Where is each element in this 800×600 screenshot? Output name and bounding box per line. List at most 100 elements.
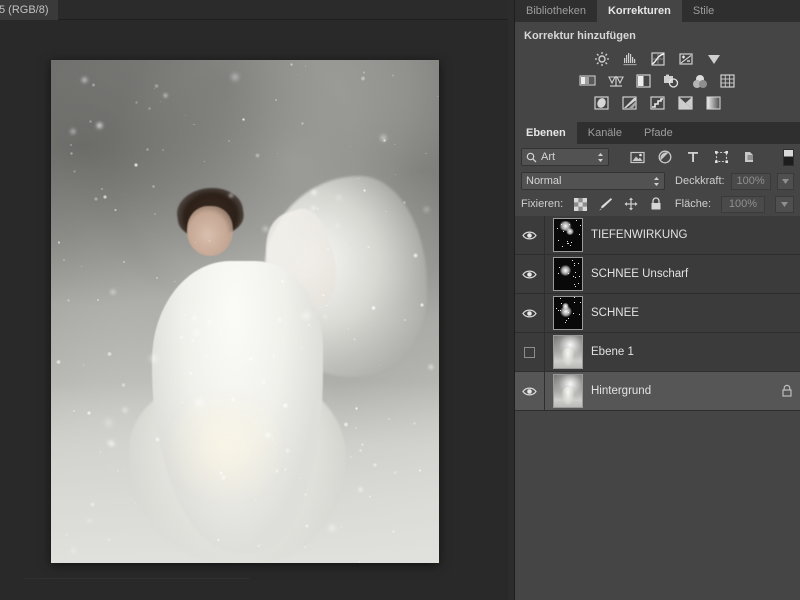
layer-name: Hintergrund [591, 385, 652, 397]
layer-row[interactable]: Ebene 1 [515, 333, 800, 372]
levels-histogram-icon[interactable] [620, 50, 640, 68]
eye-icon [522, 270, 537, 278]
figure-head [186, 205, 234, 257]
figure-glow [167, 391, 284, 503]
tab-korrekturen[interactable]: Korrekturen [596, 0, 682, 22]
eye-icon [522, 387, 537, 395]
layer-visibility-toggle[interactable] [515, 216, 545, 254]
chevron-down-icon [781, 201, 788, 207]
layer-row[interactable]: Hintergrund [515, 372, 800, 411]
layer-row[interactable]: SCHNEE Unscharf [515, 255, 800, 294]
layer-kind-value: Art [541, 151, 556, 163]
adjustment-layer-icon[interactable] [657, 149, 673, 165]
color-balance-scale-icon[interactable] [606, 72, 626, 90]
fill-label: Fläche: [674, 198, 711, 210]
layer-list-empty-area [515, 411, 800, 576]
shape-layer-icon[interactable] [713, 149, 729, 165]
tab-ebenen[interactable]: Ebenen [515, 122, 577, 144]
corrections-title: Korrektur hinzufügen [524, 30, 636, 42]
photoshop-window: 5 (RGB/8) Bibliotheken Korrekturen Stile… [0, 0, 800, 600]
layer-type-filter-icons [629, 149, 757, 165]
opacity-dropdown-button[interactable] [776, 172, 794, 190]
layer-row[interactable]: TIEFENWIRKUNG [515, 216, 800, 255]
document-tab[interactable]: 5 (RGB/8) [0, 0, 58, 20]
layer-thumbnail-cell[interactable] [545, 218, 591, 252]
layer-name: SCHNEE Unscharf [591, 268, 689, 280]
layer-thumbnail [553, 335, 583, 369]
layer-thumbnail-cell[interactable] [545, 374, 591, 408]
fill-dropdown-button[interactable] [775, 195, 794, 213]
fill-value-field[interactable]: 100% [721, 195, 765, 213]
layer-name: SCHNEE [591, 307, 639, 319]
selective-color-icon[interactable] [676, 94, 696, 112]
layer-thumbnail-cell[interactable] [545, 335, 591, 369]
stepper-arrows-icon [654, 176, 660, 186]
layer-row[interactable]: SCHNEE [515, 294, 800, 333]
lock-all-icon[interactable] [648, 197, 663, 212]
smart-object-icon[interactable] [741, 149, 757, 165]
layer-thumbnail [553, 374, 583, 408]
eye-hidden-icon [524, 346, 535, 358]
corrections-icon-row-1 [515, 48, 800, 70]
layer-thumbnail-cell[interactable] [545, 296, 591, 330]
tab-pfade[interactable]: Pfade [633, 122, 684, 144]
channel-mixer-circles-icon[interactable] [690, 72, 710, 90]
layer-thumbnail [553, 296, 583, 330]
document-canvas[interactable] [51, 60, 439, 563]
image-dancer-figure [51, 60, 439, 563]
filter-toggle-switch[interactable] [783, 148, 794, 166]
opacity-value-field[interactable]: 100% [730, 172, 771, 190]
layer-name: Ebene 1 [591, 346, 634, 358]
posterize-icon[interactable] [620, 94, 640, 112]
layer-thumbnail [553, 218, 583, 252]
photo-filter-icon[interactable] [662, 72, 682, 90]
color-lookup-grid-icon[interactable] [718, 72, 738, 90]
layer-thumbnail-cell[interactable] [545, 257, 591, 291]
black-white-icon[interactable] [634, 72, 654, 90]
brightness-contrast-icon[interactable] [592, 50, 612, 68]
layer-visibility-toggle[interactable] [515, 333, 545, 371]
stepper-arrows-icon [598, 152, 603, 162]
dock-gutter [508, 0, 515, 600]
search-icon [526, 152, 537, 162]
levels-gradient-icon[interactable] [578, 72, 598, 90]
layer-visibility-toggle[interactable] [515, 255, 545, 293]
tab-bibliotheken[interactable]: Bibliotheken [515, 0, 597, 22]
vibrance-triangle-icon[interactable] [704, 50, 724, 68]
layers-panel: Art Normal Deckkraft: 100% Fixieren: Flä… [515, 144, 800, 576]
curves-icon[interactable] [648, 50, 668, 68]
lock-transparency-icon[interactable] [573, 197, 588, 212]
tab-kanaele[interactable]: Kanäle [576, 122, 633, 144]
corrections-icon-row-3 [515, 92, 800, 114]
layers-tab-bar: Ebenen Kanäle Pfade [515, 122, 800, 144]
blend-mode-row: Normal Deckkraft: 100% [515, 170, 800, 192]
layer-list[interactable]: TIEFENWIRKUNG SCHNEE Unscharf SCHNEE Ebene … [515, 216, 800, 411]
lock-label: Fixieren: [521, 198, 564, 210]
invert-icon[interactable] [592, 94, 612, 112]
corrections-panel: Korrektur hinzufügen [515, 22, 800, 122]
opacity-label: Deckkraft: [675, 175, 725, 187]
lock-image-icon[interactable] [598, 197, 613, 212]
document-image [51, 60, 439, 563]
type-layer-icon[interactable] [685, 149, 701, 165]
lock-row: Fixieren: Fläche: 100% [515, 192, 800, 216]
layer-kind-select[interactable]: Art [521, 148, 609, 166]
blend-mode-select[interactable]: Normal [521, 172, 666, 190]
blend-mode-value: Normal [526, 175, 562, 187]
lock-position-icon[interactable] [623, 197, 638, 212]
layer-visibility-toggle[interactable] [515, 294, 545, 332]
right-dock: Bibliotheken Korrekturen Stile Korrektur… [515, 0, 800, 600]
canvas-work-area[interactable] [0, 20, 508, 600]
corrections-icon-row-2 [515, 70, 800, 92]
threshold-steps-icon[interactable] [648, 94, 668, 112]
layer-thumbnail [553, 257, 583, 291]
layer-visibility-toggle[interactable] [515, 372, 545, 410]
exposure-icon[interactable] [676, 50, 696, 68]
layer-lock-indicator [774, 384, 800, 398]
document-tab-strip: 5 (RGB/8) [0, 0, 508, 20]
layer-filter-row: Art [515, 144, 800, 170]
pixel-layer-icon[interactable] [629, 149, 645, 165]
tab-stile[interactable]: Stile [681, 0, 726, 22]
gradient-map-icon[interactable] [704, 94, 724, 112]
eye-icon [522, 309, 537, 317]
